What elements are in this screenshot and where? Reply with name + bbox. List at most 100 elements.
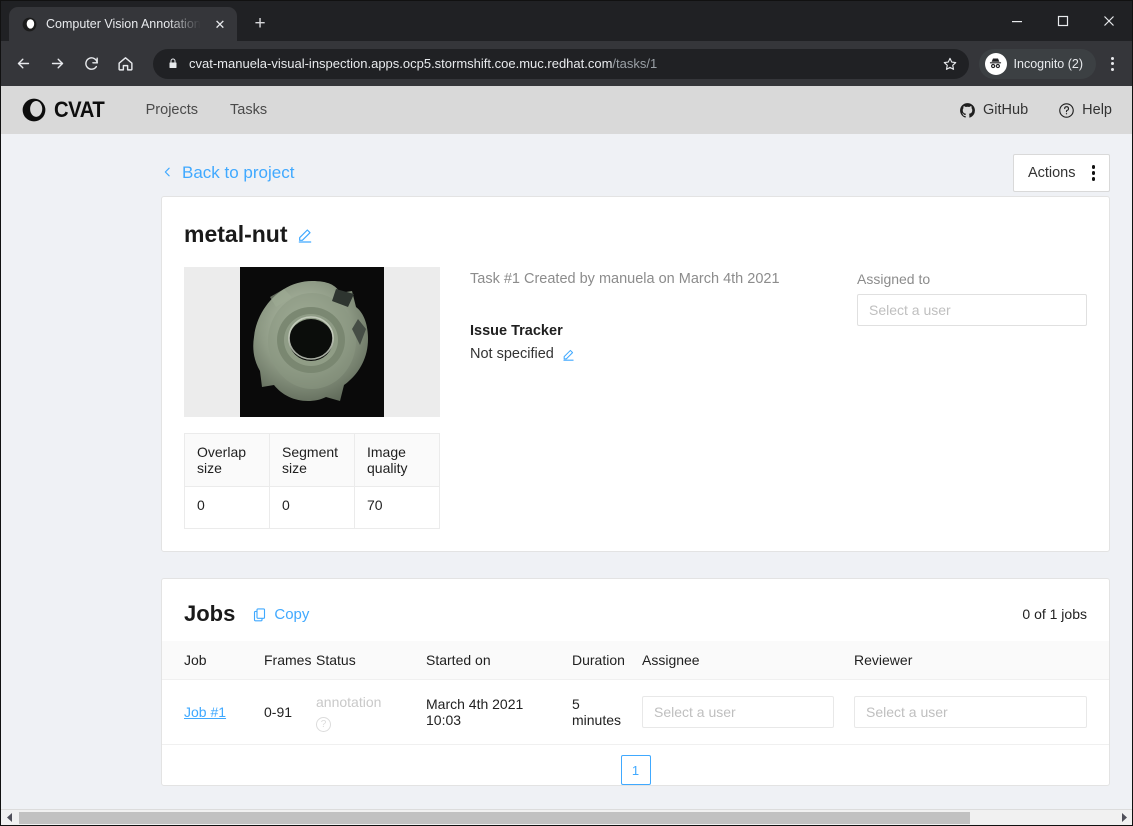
- pencil-icon[interactable]: [297, 227, 313, 243]
- val-segment-size: 0: [269, 486, 355, 529]
- actions-button[interactable]: Actions: [1012, 154, 1110, 192]
- web-page: CVAT Projects Tasks GitHub Help Back to …: [1, 86, 1132, 809]
- assignee-select[interactable]: Select a user: [642, 696, 834, 728]
- github-icon: [959, 102, 976, 119]
- scrollbar-thumb[interactable]: [19, 811, 970, 824]
- jobs-card: Jobs Copy 0 of 1 jobs Job Frames Status …: [161, 578, 1110, 786]
- window-controls: [994, 1, 1132, 41]
- cell-duration: 5 minutes: [562, 679, 632, 745]
- pencil-icon[interactable]: [562, 348, 575, 361]
- col-duration[interactable]: Duration: [562, 641, 632, 680]
- window-minimize-button[interactable]: [994, 1, 1040, 41]
- col-status[interactable]: Status: [306, 641, 416, 680]
- scroll-left-arrow-icon[interactable]: [1, 810, 17, 826]
- task-details-card: metal-nut Overlap size Segment size Imag…: [161, 196, 1110, 552]
- bookmark-star-icon[interactable]: [937, 51, 963, 77]
- table-header-row: Job Frames Status Started on Duration As…: [162, 641, 1109, 680]
- assignee-select[interactable]: Select a user: [857, 294, 1087, 326]
- cvat-logo[interactable]: CVAT: [21, 97, 109, 123]
- url-text: cvat-manuela-visual-inspection.apps.ocp5…: [189, 56, 927, 71]
- new-tab-button[interactable]: +: [245, 9, 275, 39]
- question-circle-icon: ?: [316, 717, 331, 732]
- page-title: metal-nut: [184, 221, 288, 247]
- col-segment-size: Segment size: [269, 433, 355, 487]
- job-link[interactable]: Job #1: [184, 704, 226, 720]
- github-label: GitHub: [983, 102, 1029, 118]
- reviewer-placeholder: Select a user: [866, 704, 948, 720]
- address-bar[interactable]: cvat-manuela-visual-inspection.apps.ocp5…: [153, 48, 969, 79]
- task-preview-column: Overlap size Segment size Image quality …: [184, 267, 440, 529]
- chevron-left-icon: [161, 164, 174, 183]
- task-parameters-table: Overlap size Segment size Image quality …: [184, 433, 440, 529]
- table-row: 0 0 70: [184, 486, 440, 529]
- page-viewport: CVAT Projects Tasks GitHub Help Back to …: [1, 86, 1132, 825]
- window-close-button[interactable]: [1086, 1, 1132, 41]
- nav-item-projects[interactable]: Projects: [146, 102, 198, 118]
- table-header-row: Overlap size Segment size Image quality: [184, 433, 440, 487]
- col-image-quality: Image quality: [354, 433, 440, 487]
- scroll-right-arrow-icon[interactable]: [1116, 810, 1132, 826]
- col-assignee[interactable]: Assignee: [632, 641, 844, 680]
- cvat-header-right: GitHub Help: [959, 102, 1112, 119]
- issue-tracker-value: Not specified: [470, 346, 554, 362]
- cell-status: annotation ?: [306, 679, 416, 745]
- home-button-icon[interactable]: [109, 48, 141, 80]
- cvat-nav: Projects Tasks: [146, 102, 267, 118]
- task-thumbnail: [184, 267, 440, 417]
- url-path: /tasks/1: [612, 56, 658, 71]
- cell-job: Job #1: [162, 679, 254, 745]
- cell-assignee: Select a user: [632, 679, 844, 745]
- cvat-logo-icon: [21, 97, 47, 123]
- val-image-quality: 70: [354, 486, 440, 529]
- lock-icon: [167, 57, 179, 70]
- browser-tab[interactable]: Computer Vision Annotation T ✕: [9, 7, 237, 41]
- reload-button-icon[interactable]: [75, 48, 107, 80]
- cell-frames: 0-91: [254, 679, 306, 745]
- cvat-favicon-icon: [21, 16, 37, 32]
- reviewer-select[interactable]: Select a user: [854, 696, 1087, 728]
- copy-label: Copy: [274, 605, 310, 623]
- page-content: Back to project Actions metal-nut Overla…: [1, 134, 1132, 786]
- val-overlap-size: 0: [184, 486, 270, 529]
- pagination-page-1[interactable]: 1: [620, 755, 651, 785]
- cvat-header: CVAT Projects Tasks GitHub Help: [1, 86, 1132, 134]
- col-job[interactable]: Job: [162, 641, 254, 680]
- col-frames[interactable]: Frames: [254, 641, 311, 680]
- issue-tracker-value-row: Not specified: [470, 346, 857, 362]
- col-started-on[interactable]: Started on: [416, 641, 562, 680]
- tab-strip: Computer Vision Annotation T ✕ +: [1, 1, 1132, 41]
- jobs-count-label: 0 of 1 jobs: [1022, 606, 1087, 622]
- help-label: Help: [1082, 102, 1112, 118]
- nav-item-tasks[interactable]: Tasks: [230, 102, 267, 118]
- profile-incognito-button[interactable]: Incognito (2): [978, 48, 1096, 79]
- actions-kebab-icon: [1091, 165, 1095, 181]
- help-link[interactable]: Help: [1058, 102, 1112, 119]
- scrollbar-track[interactable]: [17, 810, 1116, 826]
- copy-jobs-link[interactable]: Copy: [252, 606, 309, 623]
- assigned-to-label: Assigned to: [857, 271, 931, 287]
- back-to-project-label: Back to project: [182, 163, 295, 182]
- window-maximize-button[interactable]: [1040, 1, 1086, 41]
- question-circle-icon: [1058, 102, 1075, 119]
- jobs-pagination: 1: [162, 745, 1109, 785]
- profile-label: Incognito (2): [1013, 56, 1083, 71]
- task-created-line: Task #1 Created by manuela on March 4th …: [470, 271, 780, 287]
- browser-window: Computer Vision Annotation T ✕ + cvat-ma…: [0, 0, 1133, 826]
- task-info-column: Task #1 Created by manuela on March 4th …: [440, 267, 857, 529]
- back-button-icon[interactable]: [7, 48, 39, 80]
- col-reviewer[interactable]: Reviewer: [844, 641, 1109, 680]
- tab-close-icon[interactable]: ✕: [211, 15, 229, 33]
- copy-icon: [252, 607, 267, 622]
- forward-button-icon[interactable]: [41, 48, 73, 80]
- issue-tracker-label: Issue Tracker: [470, 323, 563, 339]
- task-body: Overlap size Segment size Image quality …: [184, 267, 1087, 529]
- incognito-icon: [984, 52, 1007, 75]
- horizontal-scrollbar[interactable]: [1, 809, 1132, 825]
- jobs-header: Jobs Copy 0 of 1 jobs: [162, 601, 1109, 641]
- browser-menu-icon[interactable]: [1098, 50, 1126, 78]
- assignee-placeholder: Select a user: [654, 704, 736, 720]
- cell-started-on: March 4th 2021 10:03: [416, 679, 562, 745]
- back-to-project-link[interactable]: Back to project: [161, 163, 294, 183]
- github-link[interactable]: GitHub: [959, 102, 1028, 119]
- cvat-logo-text: CVAT: [54, 97, 105, 122]
